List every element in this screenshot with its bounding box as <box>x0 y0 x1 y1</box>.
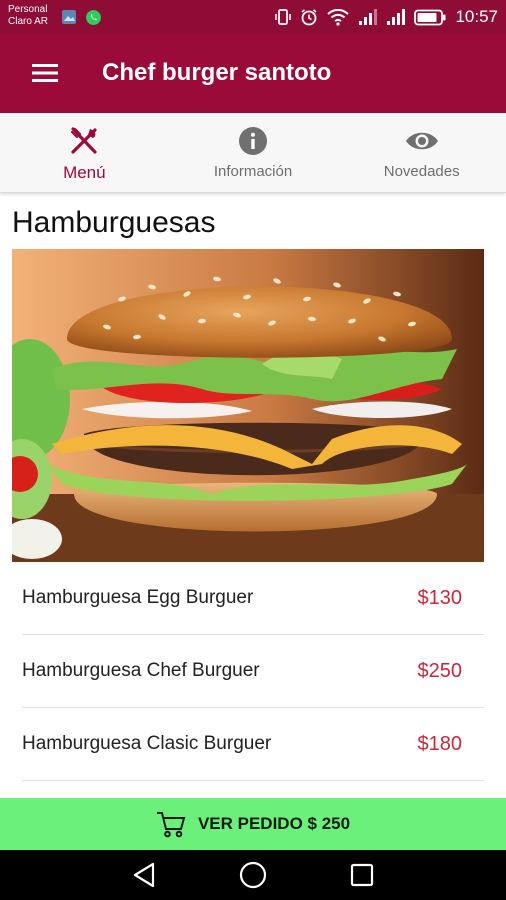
item-name: Hamburguesa Egg Burguer <box>22 587 254 608</box>
wifi-icon <box>327 8 349 26</box>
home-circle-icon <box>239 861 267 889</box>
android-nav-bar <box>0 850 506 900</box>
tab-bar: Menú Información Novedades <box>0 113 506 193</box>
home-button[interactable] <box>233 855 273 895</box>
system-icons <box>275 8 446 26</box>
image-notification-icon <box>62 10 76 24</box>
tab-informacion[interactable]: Información <box>169 113 338 192</box>
shopping-cart-icon <box>156 812 186 838</box>
vibrate-icon <box>275 9 291 25</box>
item-name: Hamburguesa Chef Burguer <box>22 660 260 681</box>
carrier-info: Personal Claro AR <box>8 4 48 28</box>
clock: 10:57 <box>455 7 498 26</box>
item-price: $130 <box>417 586 463 609</box>
carrier-line-2: Claro AR <box>8 16 49 27</box>
notification-icons <box>61 9 102 26</box>
eye-icon <box>405 132 438 150</box>
signal-icon-2 <box>387 8 405 25</box>
whatsapp-icon <box>86 10 101 25</box>
menu-item-list: Hamburguesa Egg Burguer $130 Hamburguesa… <box>22 562 484 781</box>
list-item[interactable]: Hamburguesa Chef Burguer $250 <box>22 635 484 708</box>
list-item[interactable]: Hamburguesa Clasic Burguer $180 <box>22 708 484 781</box>
item-price: $250 <box>417 659 463 682</box>
view-order-label: VER PEDIDO $ 250 <box>197 814 351 833</box>
view-order-button[interactable]: VER PEDIDO $ 250 <box>0 798 506 850</box>
tab-menu-label: Menú <box>63 163 106 182</box>
battery-icon <box>414 9 446 25</box>
signal-icon-1 <box>359 8 377 25</box>
back-button[interactable] <box>124 855 164 895</box>
tab-informacion-label: Información <box>213 163 293 180</box>
back-triangle-icon <box>134 862 155 888</box>
hamburger-menu-button[interactable] <box>28 58 62 88</box>
info-icon <box>239 127 267 155</box>
list-item[interactable]: Hamburguesa Egg Burguer $130 <box>22 562 484 635</box>
tab-menu[interactable]: Menú <box>0 113 169 192</box>
app-bar: Chef burger santoto <box>0 34 506 113</box>
item-price: $180 <box>417 732 463 755</box>
status-bar: Personal Claro AR 10:57 <box>0 0 506 34</box>
item-name: Hamburguesa Clasic Burguer <box>22 733 272 754</box>
hamburger-menu-icon <box>32 64 58 82</box>
app-title: Chef burger santoto <box>102 59 332 86</box>
tab-novedades-label: Novedades <box>383 163 460 180</box>
recents-button[interactable] <box>342 855 382 895</box>
tab-novedades[interactable]: Novedades <box>337 113 506 192</box>
section-title: Hamburguesas <box>12 206 216 239</box>
carrier-line-1: Personal <box>8 4 48 15</box>
alarm-icon <box>301 9 317 26</box>
hamburger-image <box>12 249 484 562</box>
hamburger-illustration <box>12 249 484 562</box>
fork-knife-icon <box>71 127 97 154</box>
recents-square-icon <box>350 863 373 887</box>
